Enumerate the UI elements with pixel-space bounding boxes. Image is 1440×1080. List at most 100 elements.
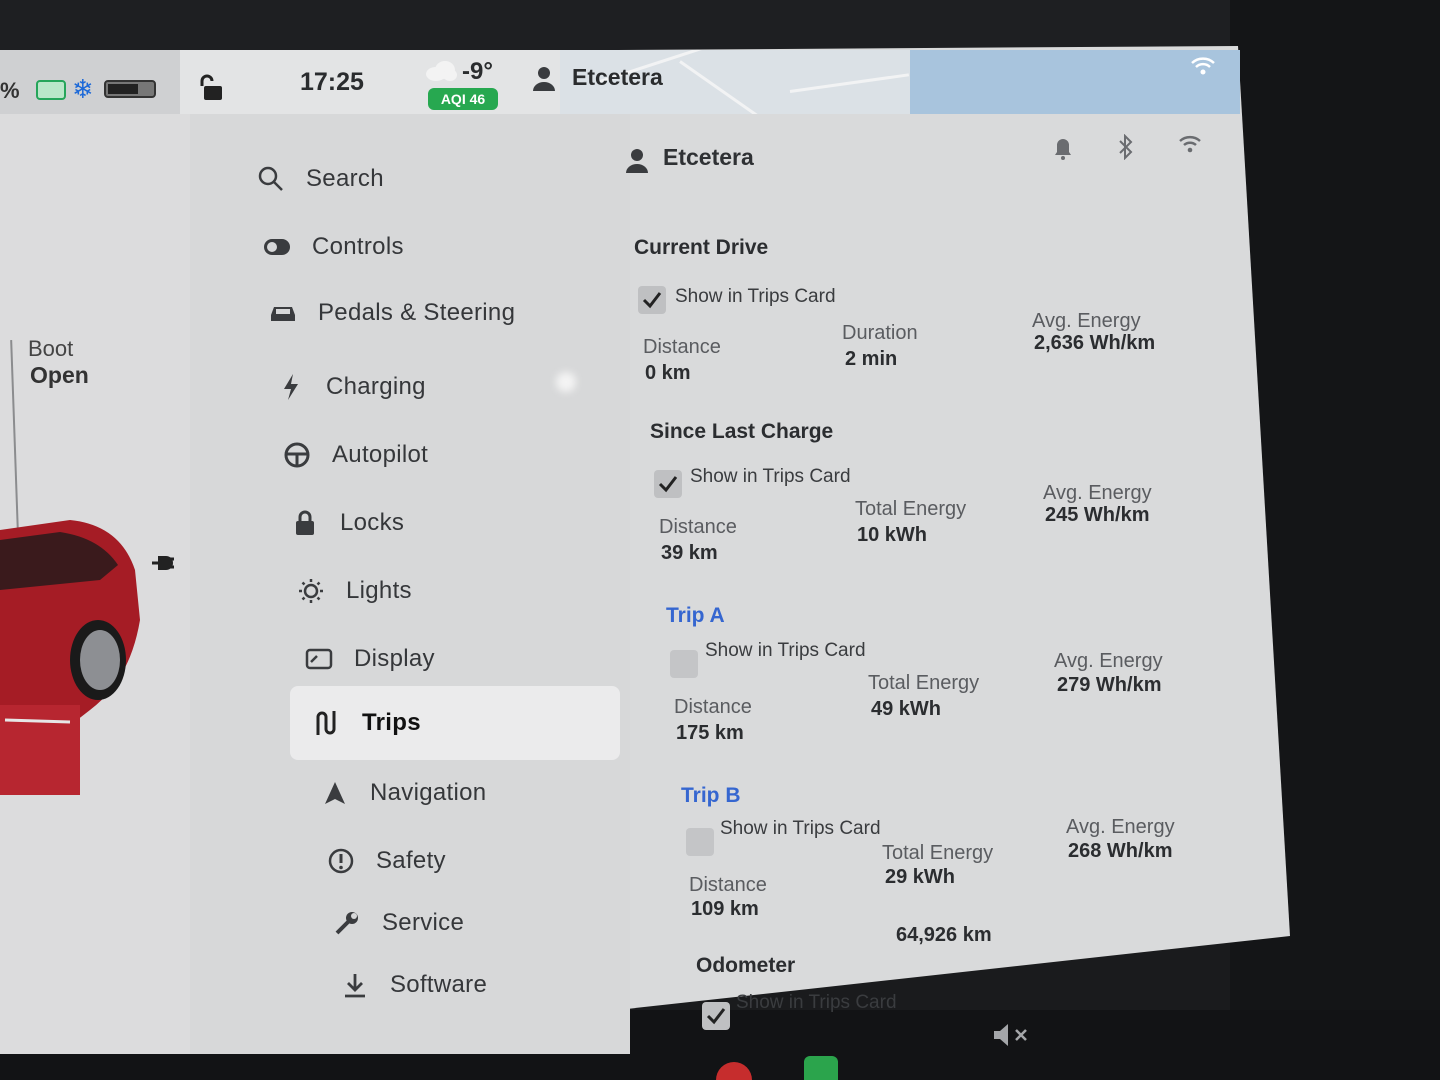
sidebar-item-safety[interactable]: Safety <box>326 838 446 884</box>
sidebar-item-label: Search <box>306 165 384 192</box>
sidebar-item-autopilot[interactable]: Autopilot <box>282 432 428 478</box>
since-last-charge-checkbox[interactable] <box>654 470 682 498</box>
trip-b-distance-label: Distance <box>689 874 767 896</box>
wifi-icon <box>1191 57 1215 75</box>
current-drive-title: Current Drive <box>634 236 769 259</box>
search-icon <box>256 164 286 194</box>
screen-glare <box>556 372 576 392</box>
trip-a-avg-value: 279 Wh/km <box>1057 674 1162 696</box>
trip-a-checkbox[interactable] <box>670 650 698 678</box>
trip-b-title[interactable]: Trip B <box>681 784 741 808</box>
current-drive-checkbox[interactable] <box>638 286 666 314</box>
trip-a-distance-label: Distance <box>674 696 752 718</box>
odometer-show-label[interactable]: Show in Trips Card <box>736 992 897 1014</box>
bell-icon[interactable] <box>1054 138 1072 160</box>
trip-b-avg-label: Avg. Energy <box>1066 816 1175 838</box>
battery-percent: % <box>0 78 20 103</box>
wifi-icon[interactable] <box>1178 134 1202 154</box>
safety-icon <box>326 846 356 876</box>
toggle-icon <box>262 232 292 262</box>
user-icon[interactable] <box>532 66 556 92</box>
car-icon <box>268 298 298 328</box>
sidebar-item-label: Display <box>354 645 435 672</box>
since-last-charge-avg-value: 245 Wh/km <box>1045 504 1150 526</box>
battery-icon <box>104 80 156 98</box>
car-image <box>0 520 140 795</box>
charge-port-icon[interactable] <box>148 548 178 578</box>
sidebar-item-search[interactable]: Search <box>256 156 384 202</box>
trip-b-distance-value: 109 km <box>691 898 759 920</box>
volume-mute-icon[interactable] <box>992 1022 1032 1048</box>
dock-app-icon[interactable] <box>804 1056 838 1080</box>
odometer-title: Odometer <box>696 954 796 977</box>
clock: 17:25 <box>300 68 364 96</box>
outside-temperature: -9° <box>462 58 493 85</box>
trip-a-distance-value: 175 km <box>676 722 744 744</box>
bolt-icon <box>276 372 306 402</box>
download-icon <box>340 970 370 1000</box>
checkmark-icon <box>642 292 662 309</box>
trip-a-energy-value: 49 kWh <box>871 698 942 720</box>
sidebar-item-label: Service <box>382 909 465 936</box>
wrench-icon <box>332 908 362 938</box>
trip-a-title[interactable]: Trip A <box>666 604 725 628</box>
aqi-badge[interactable]: AQI 46 <box>428 88 498 110</box>
current-drive-duration-value: 2 min <box>845 348 898 370</box>
since-last-charge-energy-label: Total Energy <box>855 498 967 520</box>
snowflake-icon: ❄ <box>72 74 94 104</box>
user-icon <box>626 149 648 173</box>
sidebar-item-label: Software <box>390 971 488 998</box>
sidebar-item-label: Pedals & Steering <box>318 299 516 326</box>
sidebar-item-label: Controls <box>312 233 404 260</box>
sidebar-item-label: Navigation <box>370 779 487 806</box>
sidebar-item-lights[interactable]: Lights <box>296 568 412 614</box>
current-drive-avg-value: 2,636 Wh/km <box>1034 332 1156 354</box>
cloud-icon <box>426 61 457 81</box>
sidebar-item-pedals-steering[interactable]: Pedals & Steering <box>268 290 515 336</box>
profile-name-status[interactable]: Etcetera <box>572 64 663 91</box>
boot-label[interactable]: Boot <box>28 336 73 362</box>
current-drive-show-label[interactable]: Show in Trips Card <box>675 286 836 308</box>
current-drive-avg-label: Avg. Energy <box>1032 310 1141 332</box>
since-last-charge-avg-label: Avg. Energy <box>1043 482 1152 504</box>
trips-icon <box>312 708 342 738</box>
current-drive-duration-label: Duration <box>842 322 918 344</box>
lock-icon <box>290 508 320 538</box>
bluetooth-icon[interactable] <box>1116 134 1136 160</box>
sidebar-item-label: Lights <box>346 577 412 604</box>
map-road <box>679 60 796 114</box>
sidebar-item-software[interactable]: Software <box>340 962 487 1008</box>
light-icon <box>296 576 326 606</box>
sidebar-item-locks[interactable]: Locks <box>290 500 404 546</box>
trip-b-show-label[interactable]: Show in Trips Card <box>720 818 881 840</box>
since-last-charge-distance-value: 39 km <box>661 542 718 564</box>
sidebar-item-service[interactable]: Service <box>332 900 464 946</box>
trip-b-energy-value: 29 kWh <box>885 866 956 888</box>
sidebar-item-navigation[interactable]: Navigation <box>320 770 486 816</box>
display-icon <box>304 644 334 674</box>
trip-a-avg-label: Avg. Energy <box>1054 650 1163 672</box>
sidebar-item-label: Locks <box>340 509 405 536</box>
trip-b-energy-label: Total Energy <box>882 842 994 864</box>
sidebar-item-trips[interactable]: Trips <box>290 686 620 760</box>
trip-b-checkbox[interactable] <box>686 828 714 856</box>
checkmark-icon <box>706 1008 726 1025</box>
since-last-charge-distance-label: Distance <box>659 516 737 538</box>
sidebar-item-charging[interactable]: Charging <box>276 364 426 410</box>
sidebar-item-controls[interactable]: Controls <box>262 224 404 270</box>
trip-a-show-label[interactable]: Show in Trips Card <box>705 640 866 662</box>
current-drive-distance-label: Distance <box>643 336 721 358</box>
checkmark-icon <box>658 476 678 493</box>
boot-state[interactable]: Open <box>30 362 89 389</box>
odometer-checkbox[interactable] <box>702 1002 730 1030</box>
sidebar-item-display[interactable]: Display <box>304 636 435 682</box>
since-last-charge-title: Since Last Charge <box>650 420 834 443</box>
trip-a-energy-label: Total Energy <box>868 672 980 694</box>
sidebar-item-label: Autopilot <box>332 441 429 468</box>
profile-name[interactable]: Etcetera <box>663 144 754 171</box>
sidebar-item-label: Trips <box>362 709 421 736</box>
unlock-icon[interactable] <box>198 74 226 102</box>
navigation-icon <box>320 778 350 808</box>
since-last-charge-show-label[interactable]: Show in Trips Card <box>690 466 851 488</box>
map-road <box>789 73 910 93</box>
